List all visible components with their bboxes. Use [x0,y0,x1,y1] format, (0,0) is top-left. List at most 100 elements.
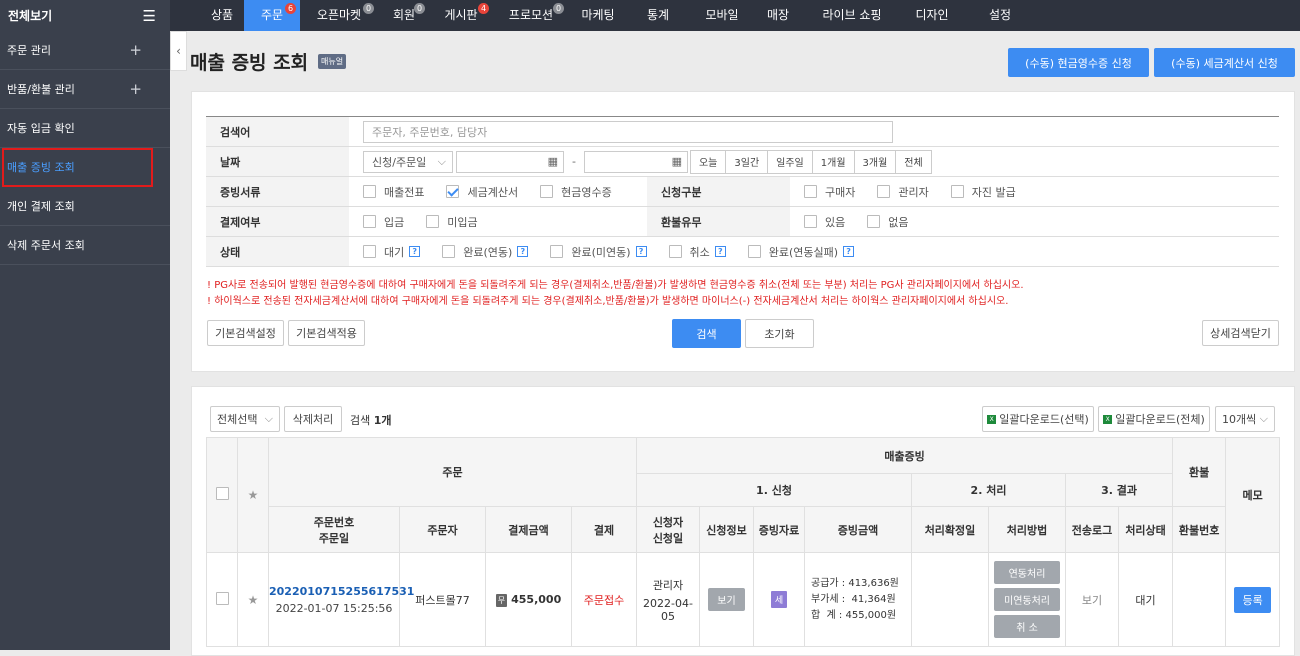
checkbox-label: 구매자 [825,185,856,199]
tab-mobile[interactable]: 모바일 [690,0,754,31]
cancel-process-button[interactable]: 취 소 [994,615,1060,638]
excel-icon: X [1103,414,1113,424]
search-count: 검색 1개 [350,412,392,428]
calendar-icon[interactable]: ▦ [672,155,682,168]
search-table: 검색어 주문자, 주문번호, 담당자 날짜 신청/주문일 ⌵ ▦ - ▦ 오늘 3… [206,116,1279,267]
header-proof-doc: 증빙자료 [753,506,805,553]
period-all[interactable]: 전체 [895,150,930,173]
tab-marketing[interactable]: 마케팅 [570,0,626,31]
header-process-method: 처리방법 [988,506,1066,553]
link-process-button[interactable]: 연동처리 [994,561,1060,584]
unlink-process-button[interactable]: 미연동처리 [994,588,1060,611]
req-checkbox-admin[interactable] [877,185,891,198]
tax-invoice-doc-icon[interactable]: 세 [770,591,788,608]
checkbox-label: 취소 [689,245,710,259]
sidebar-item-auto-deposit[interactable]: 자동 입금 확인 [0,109,170,148]
end-date-input[interactable]: ▦ [583,150,688,173]
tab-store[interactable]: 매장 [754,0,802,31]
period-1month[interactable]: 1개월 [811,150,854,173]
detail-search-close-button[interactable]: 상세검색닫기 [1202,320,1279,346]
payment-type-icon: 무 [495,593,508,607]
memo-register-button[interactable]: 등록 [1234,586,1271,613]
sidebar-item-deleted-orders[interactable]: 삭제 주문서 조회 [0,226,170,265]
order-number-link[interactable]: 2022010715255617531 [269,585,414,598]
pay-checkbox-deposited[interactable] [363,215,376,228]
tab-board[interactable]: 게시판 4 [430,0,492,31]
header-step-result: 3. 결과 [1064,473,1174,507]
sidebar-item-sales-proof[interactable]: 매출 증빙 조회 [2,148,153,187]
page-title: 매출 증빙 조회 [190,52,309,74]
help-icon[interactable]: ? [635,246,647,257]
cash-receipt-request-button[interactable]: (수동) 현금영수증 신청 [1008,48,1149,77]
reset-button[interactable]: 초기화 [745,319,814,348]
count-value: 1개 [373,414,392,427]
plus-icon: + [129,80,142,98]
sidebar-collapse-button[interactable]: ‹ [170,31,187,71]
send-log-link[interactable]: 보기 [1065,552,1119,647]
start-date-input[interactable]: ▦ [456,150,564,173]
doc-checkbox-sales-slip[interactable] [363,185,376,198]
tab-badge: 0 [553,3,564,14]
download-selected-button[interactable]: X 일괄다운로드(선택) [982,406,1094,432]
per-page-select[interactable]: 10개씩 ⌵ [1215,406,1275,432]
star-icon[interactable]: ★ [248,593,259,607]
star-icon[interactable]: ★ [248,488,259,502]
req-checkbox-self-issue[interactable] [950,185,964,198]
sidebar-item-personal-payment[interactable]: 개인 결제 조회 [0,187,170,226]
select-all-dropdown[interactable]: 전체선택 ⌵ [210,406,280,432]
sidebar-item-label: 개인 결제 조회 [7,200,75,213]
refund-checkbox-yes[interactable] [804,215,817,228]
tab-live-shopping[interactable]: 라이브 쇼핑 [802,0,902,31]
status-checkbox-done-unlinked[interactable] [550,245,564,258]
tax-invoice-request-button[interactable]: (수동) 세금계산서 신청 [1154,48,1295,77]
main-tabs: 상품 주문 6 오픈마켓 0 회원 0 게시판 4 프로모션 0 마케팅 통계 모바일 매… [200,0,1038,31]
header-order-date-label: 주문일 [318,531,350,545]
download-all-button[interactable]: X 일괄다운로드(전체) [1098,406,1210,432]
date-type-select[interactable]: 신청/주문일 ⌵ [363,150,453,173]
count-prefix: 검색 [350,414,371,427]
tab-member[interactable]: 회원 0 [378,0,430,31]
period-3days[interactable]: 3일간 [725,150,767,173]
view-apply-info-button[interactable]: 보기 [708,588,745,611]
sidebar-item-return-refund[interactable]: 반품/환불 관리 + [0,70,170,109]
status-checkbox-cancel[interactable] [668,245,682,258]
tab-stats[interactable]: 통계 [626,0,690,31]
menu-icon[interactable]: ☰ [143,7,156,25]
tab-order[interactable]: 주문 6 [244,0,300,31]
calendar-icon[interactable]: ▦ [548,155,558,168]
period-today[interactable]: 오늘 [689,150,725,173]
sidebar-item-order-manage[interactable]: 주문 관리 + [0,31,170,70]
period-week[interactable]: 일주일 [767,150,812,173]
tab-openmarket[interactable]: 오픈마켓 0 [300,0,378,31]
checkbox-label: 관리자 [898,185,929,199]
doc-checkbox-tax-invoice[interactable] [446,185,460,198]
help-icon[interactable]: ? [714,246,726,257]
tab-product[interactable]: 상품 [200,0,244,31]
tab-label: 매장 [766,8,790,22]
tab-label: 라이브 쇼핑 [822,8,882,22]
doc-checkbox-cash-receipt[interactable] [540,185,554,198]
status-checkbox-waiting[interactable] [363,245,376,258]
search-button[interactable]: 검색 [672,319,741,348]
pay-checkbox-not-deposited[interactable] [426,215,440,228]
delete-button[interactable]: 삭제처리 [284,406,342,432]
help-icon[interactable]: ? [843,246,855,257]
header-refund: 환불 [1172,437,1227,507]
refund-checkbox-no[interactable] [867,215,881,228]
tab-settings[interactable]: 설정 [962,0,1038,31]
status-checkbox-done-linked[interactable] [442,245,456,258]
row-checkbox[interactable] [215,591,229,605]
req-checkbox-buyer[interactable] [804,185,817,198]
tab-promotion[interactable]: 프로모션 0 [492,0,570,31]
tab-design[interactable]: 디자인 [902,0,962,31]
help-icon[interactable]: ? [517,246,529,257]
checkbox-label: 세금계산서 [467,185,519,199]
select-all-checkbox[interactable] [215,487,229,500]
basic-search-apply-button[interactable]: 기본검색적용 [288,320,365,346]
help-icon[interactable]: ? [409,246,421,257]
manual-button[interactable]: 매뉴얼 [318,54,347,69]
status-checkbox-link-failed[interactable] [747,245,761,258]
period-3months[interactable]: 3개월 [853,150,896,173]
basic-search-setting-button[interactable]: 기본검색설정 [207,320,284,346]
keyword-input[interactable]: 주문자, 주문번호, 담당자 [363,120,893,143]
